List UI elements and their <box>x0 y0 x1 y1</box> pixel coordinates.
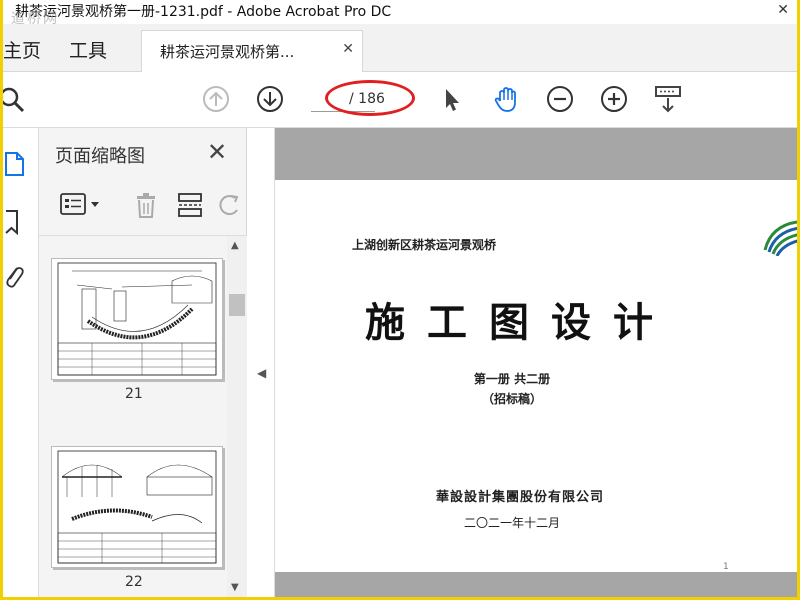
toolbar: / 186 <box>3 72 797 128</box>
thumbnails-panel: 页面缩略图 ✕ 21 22 ▲ ▼ <box>39 128 247 597</box>
select-cursor-icon[interactable] <box>437 84 467 114</box>
page-down-icon[interactable] <box>255 84 285 114</box>
window-close-button[interactable]: ✕ <box>777 2 789 18</box>
thumbnail-list: 21 22 <box>39 236 247 597</box>
attachment-icon[interactable] <box>3 262 27 290</box>
rotate-page-icon[interactable] <box>215 190 245 220</box>
page-index-number: 1 <box>723 562 729 572</box>
tab-document[interactable]: 耕茶运河景观桥第... ✕ <box>141 30 363 72</box>
panel-title: 页面缩略图 <box>55 146 145 167</box>
title-bar: 耕茶运河景观桥第一册-1231.pdf - Adobe Acrobat Pro … <box>3 0 797 27</box>
company-logo <box>763 220 797 256</box>
hand-tool-icon[interactable] <box>491 84 521 114</box>
document-tab-label: 耕茶运河景观桥第... <box>160 43 295 61</box>
delete-page-icon[interactable] <box>131 190 161 220</box>
pdf-page: 上湖创新区耕茶运河景观桥 施工图设计 第一册 共二册 （招标稿） 華設設計集團股… <box>275 180 797 572</box>
thumbnail-scrollbar[interactable]: ▲ ▼ <box>227 236 247 597</box>
page-thumbnail[interactable] <box>51 446 223 568</box>
tab-bar: 主页 工具 耕茶运河景观桥第... ✕ <box>3 24 797 72</box>
extract-pages-icon[interactable] <box>175 190 205 220</box>
page-up-icon[interactable] <box>201 84 231 114</box>
annotation-ellipse <box>325 80 415 116</box>
document-view: 上湖创新区耕茶运河景观桥 施工图设计 第一册 共二册 （招标稿） 華設設計集團股… <box>275 128 797 597</box>
close-panel-button[interactable]: ✕ <box>207 138 227 166</box>
zoom-in-icon[interactable] <box>599 84 629 114</box>
tab-home[interactable]: 主页 <box>3 36 41 63</box>
bookmark-icon[interactable] <box>3 208 27 236</box>
thumbnail-page-number: 21 <box>125 386 143 402</box>
volume-info: 第一册 共二册 <box>473 372 551 386</box>
document-date: 二〇二一年十二月 <box>463 516 560 530</box>
scrollbar-thumb[interactable] <box>229 294 245 316</box>
thumbnail-toolbar <box>39 178 247 236</box>
panel-splitter[interactable]: ◀ <box>247 128 275 597</box>
thumbnail-options-icon[interactable] <box>59 190 103 220</box>
tab-tools[interactable]: 工具 <box>69 36 107 63</box>
zoom-out-icon[interactable] <box>545 84 575 114</box>
left-navigation-rail <box>3 128 39 597</box>
close-tab-button[interactable]: ✕ <box>342 41 354 57</box>
search-icon[interactable] <box>3 84 27 114</box>
window-title: 耕茶运河景观桥第一册-1231.pdf - Adobe Acrobat Pro … <box>15 4 392 20</box>
acrobat-window: 耕茶运河景观桥第一册-1231.pdf - Adobe Acrobat Pro … <box>3 0 797 597</box>
company-name: 華設設計集團股份有限公司 <box>435 490 604 505</box>
draft-label: （招标稿） <box>481 392 542 406</box>
document-main-title: 施工图设计 <box>365 299 675 346</box>
project-name: 上湖创新区耕茶运河景观桥 <box>351 238 496 252</box>
page-thumbnails-icon[interactable] <box>3 150 27 178</box>
scroll-mode-icon[interactable] <box>653 84 683 114</box>
thumbnail-page-number: 22 <box>125 574 143 590</box>
page-thumbnail[interactable] <box>51 258 223 380</box>
scroll-up-arrow[interactable]: ▲ <box>231 240 239 251</box>
collapse-panel-arrow[interactable]: ◀ <box>257 366 266 380</box>
scroll-down-arrow[interactable]: ▼ <box>231 582 239 593</box>
